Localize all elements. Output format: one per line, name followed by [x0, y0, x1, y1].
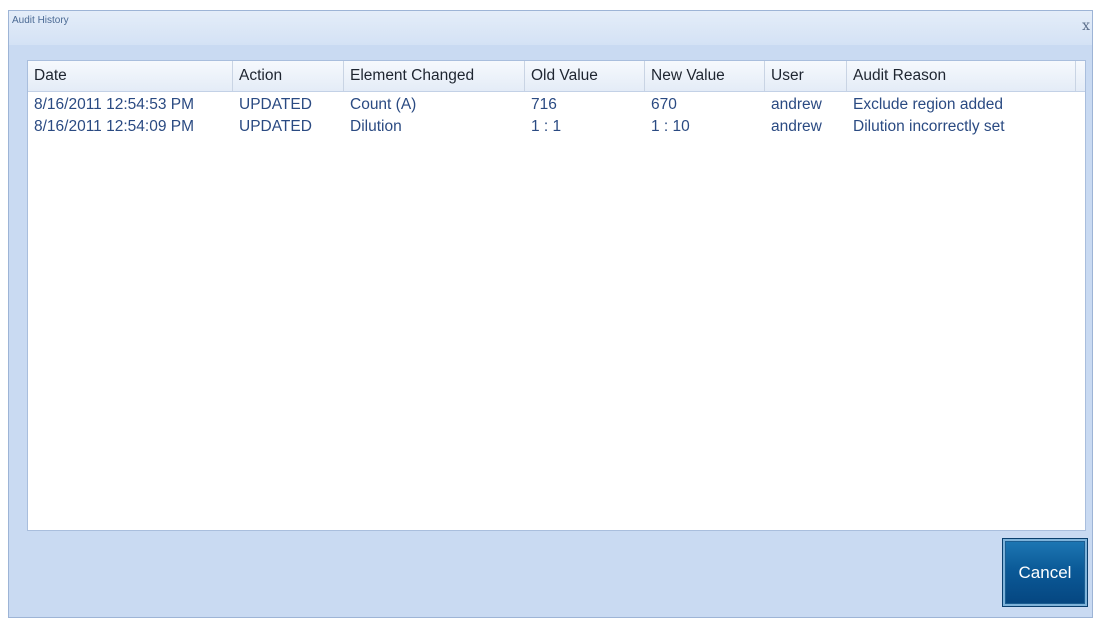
cell-element-changed: Dilution	[350, 118, 402, 135]
dialog-title: Audit History	[12, 15, 69, 26]
column-header-audit-reason[interactable]: Audit Reason	[847, 61, 1076, 91]
cell-new-value: 670	[651, 96, 677, 113]
cell-date: 8/16/2011 12:54:09 PM	[34, 118, 195, 135]
cell-audit-reason: Dilution incorrectly set	[853, 118, 1005, 135]
column-header-user[interactable]: User	[765, 61, 847, 91]
cell-old-value: 1 : 1	[531, 118, 562, 135]
cell-user: andrew	[771, 96, 822, 113]
cancel-button[interactable]: Cancel	[1002, 538, 1088, 607]
cell-old-value: 716	[531, 96, 557, 113]
table-row[interactable]: 8/16/2011 12:54:53 PM UPDATED Count (A) …	[28, 94, 1085, 116]
cell-user: andrew	[771, 118, 822, 135]
column-header-old-value[interactable]: Old Value	[525, 61, 645, 91]
cell-date: 8/16/2011 12:54:53 PM	[34, 96, 195, 113]
cell-action: UPDATED	[239, 118, 312, 135]
cell-action: UPDATED	[239, 96, 312, 113]
grid-header: Date Action Element Changed Old Value Ne…	[28, 61, 1085, 92]
audit-grid: Date Action Element Changed Old Value Ne…	[27, 60, 1086, 531]
column-header-new-value[interactable]: New Value	[645, 61, 765, 91]
cell-audit-reason: Exclude region added	[853, 96, 1003, 113]
title-bar: Audit History x	[9, 11, 1092, 45]
close-icon[interactable]: x	[1082, 19, 1090, 33]
column-header-action[interactable]: Action	[233, 61, 344, 91]
column-header-element-changed[interactable]: Element Changed	[344, 61, 525, 91]
table-row[interactable]: 8/16/2011 12:54:09 PM UPDATED Dilution 1…	[28, 116, 1085, 138]
cell-element-changed: Count (A)	[350, 96, 417, 113]
audit-history-dialog: Audit History x Date Action Element Chan…	[8, 10, 1093, 618]
cell-new-value: 1 : 10	[651, 118, 690, 135]
column-header-date[interactable]: Date	[28, 61, 233, 91]
